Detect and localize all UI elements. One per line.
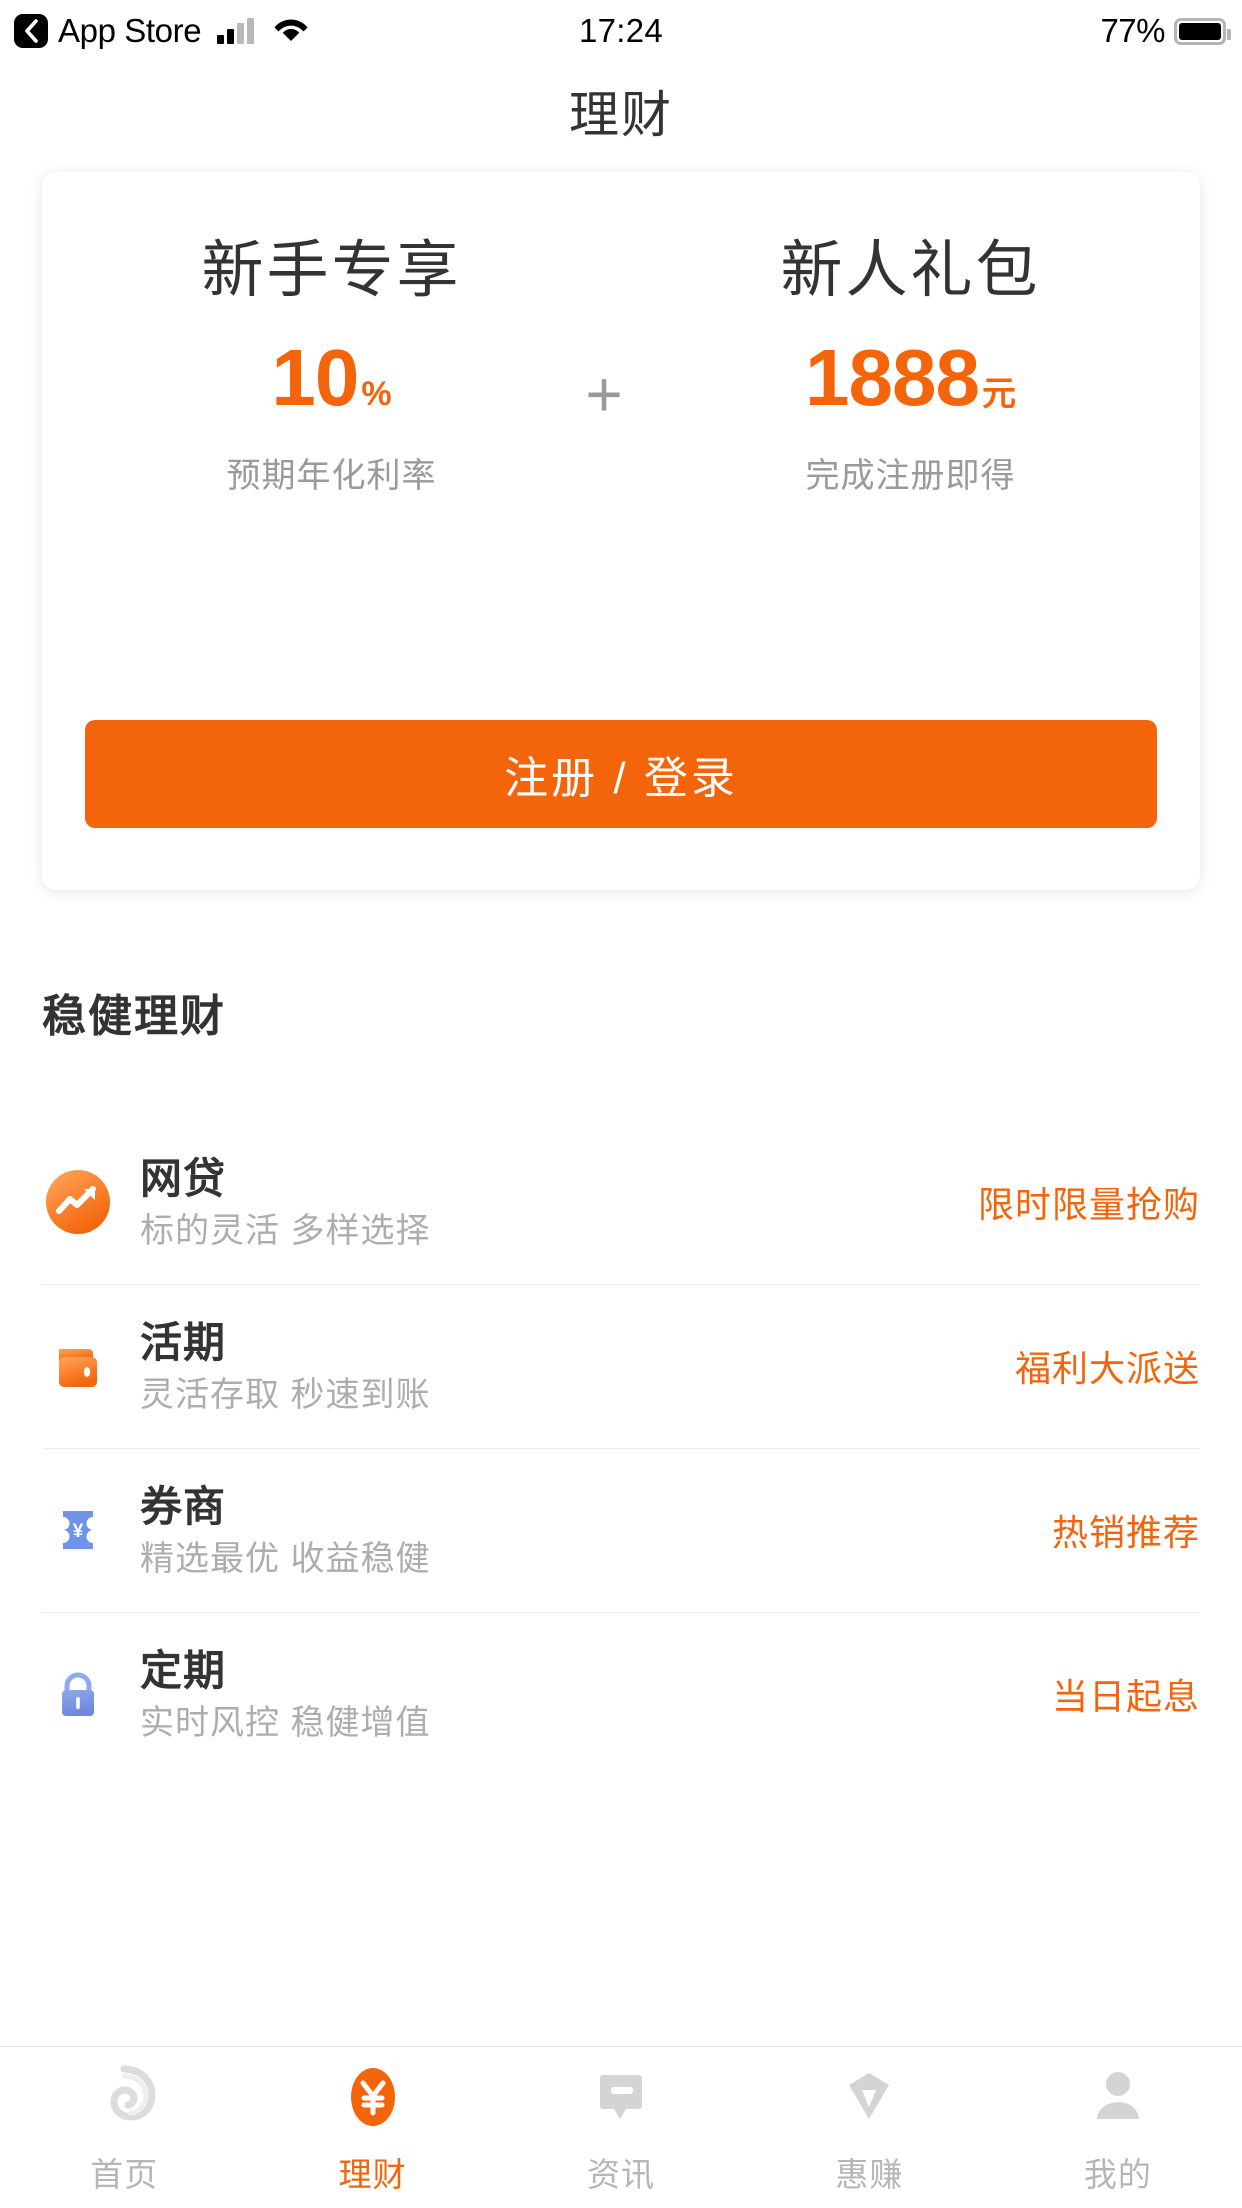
- promo-right-heading: 新人礼包: [780, 236, 1041, 305]
- battery-icon: [1174, 17, 1231, 45]
- list-item-tag: 当日起息: [1051, 1676, 1200, 1717]
- tab-label-home: 首页: [90, 2155, 159, 2193]
- news-icon: [587, 2060, 655, 2134]
- svg-text:¥: ¥: [73, 1521, 84, 1542]
- product-list: 网贷 标的灵活 多样选择 限时限量抢购 活期 灵活存取 秒速到账 福利大派送 ¥…: [0, 1120, 1242, 1776]
- ticket-yuan-icon: ¥: [42, 1494, 114, 1566]
- tab-news[interactable]: 资讯: [497, 2047, 745, 2208]
- wallet-icon: [42, 1330, 114, 1402]
- status-bar-clock: 17:24: [578, 12, 664, 49]
- page-title: 理财: [569, 87, 673, 143]
- list-item-title: 定期: [140, 1646, 227, 1694]
- list-item-tag: 限时限量抢购: [977, 1184, 1200, 1225]
- list-item[interactable]: 网贷 标的灵活 多样选择 限时限量抢购: [42, 1120, 1200, 1284]
- pen-nib-icon: [835, 2060, 903, 2134]
- battery-percent-label: 77%: [1100, 12, 1165, 49]
- yuan-oval-icon: [339, 2060, 407, 2134]
- promo-left-subtitle: 预期年化利率: [226, 457, 437, 495]
- tab-home[interactable]: 首页: [0, 2047, 248, 2208]
- promo-grid: 新手专享 10 % 预期年化利率 + 新人礼包 1888 元 完成注册即得: [42, 172, 1200, 662]
- status-bar-right: 77%: [1100, 12, 1231, 50]
- list-item-tag: 福利大派送: [1014, 1348, 1200, 1389]
- trending-up-circle-icon: [42, 1166, 114, 1238]
- tab-label-finance: 理财: [338, 2155, 407, 2193]
- tab-label-earn: 惠赚: [835, 2155, 904, 2193]
- tab-label-news: 资讯: [587, 2155, 656, 2193]
- promo-right-unit: 元: [981, 375, 1016, 413]
- promo-left-number: 10: [271, 333, 359, 422]
- list-item[interactable]: 活期 灵活存取 秒速到账 福利大派送: [42, 1284, 1200, 1448]
- list-item-title: 券商: [140, 1482, 227, 1530]
- promo-left-heading: 新手专享: [201, 236, 462, 305]
- promo-left-value: 10 %: [271, 338, 391, 418]
- list-item-texts: 活期 灵活存取 秒速到账: [140, 1318, 1015, 1415]
- list-item-desc: 精选最优 收益稳健: [140, 1540, 431, 1579]
- list-item-texts: 网贷 标的灵活 多样选择: [140, 1154, 978, 1251]
- promo-card: 新手专享 10 % 预期年化利率 + 新人礼包 1888 元 完成注册即得 注册…: [42, 172, 1200, 890]
- tab-mine[interactable]: 我的: [994, 2047, 1242, 2208]
- plus-icon: +: [585, 358, 623, 430]
- list-item-desc: 标的灵活 多样选择: [140, 1212, 431, 1251]
- status-bar: App Store 17:24 77%: [0, 0, 1242, 62]
- promo-right-value: 1888 元: [805, 338, 1016, 418]
- navbar: 理财: [0, 62, 1242, 160]
- list-item-tag: 热销推荐: [1051, 1512, 1200, 1553]
- bottom-tab-bar: 首页 理财 资讯 惠赚 我的: [0, 2046, 1242, 2208]
- list-item-desc: 灵活存取 秒速到账: [140, 1376, 431, 1415]
- section-title-steady-finance: 稳健理财: [42, 992, 226, 1041]
- promo-right-subtitle: 完成注册即得: [805, 457, 1016, 495]
- register-login-button[interactable]: 注册 / 登录: [85, 720, 1157, 828]
- tab-earn[interactable]: 惠赚: [745, 2047, 993, 2208]
- list-item[interactable]: 定期 实时风控 稳健增值 当日起息: [42, 1612, 1200, 1776]
- list-item[interactable]: ¥ 券商 精选最优 收益稳健 热销推荐: [42, 1448, 1200, 1612]
- list-item-texts: 券商 精选最优 收益稳健: [140, 1482, 1052, 1579]
- list-item-texts: 定期 实时风控 稳健增值: [140, 1646, 1052, 1743]
- promo-right-block: 新人礼包 1888 元 完成注册即得: [621, 172, 1200, 497]
- promo-left-unit: %: [361, 375, 392, 413]
- tab-finance[interactable]: 理财: [248, 2047, 496, 2208]
- spiral-home-icon: [90, 2060, 158, 2134]
- promo-right-number: 1888: [805, 333, 980, 422]
- list-item-desc: 实时风控 稳健增值: [140, 1704, 431, 1743]
- list-item-title: 活期: [140, 1318, 227, 1366]
- tab-label-mine: 我的: [1083, 2155, 1152, 2193]
- list-item-title: 网贷: [140, 1154, 227, 1202]
- person-icon: [1084, 2060, 1152, 2134]
- lock-icon: [42, 1658, 114, 1730]
- promo-left-block: 新手专享 10 % 预期年化利率: [42, 172, 621, 497]
